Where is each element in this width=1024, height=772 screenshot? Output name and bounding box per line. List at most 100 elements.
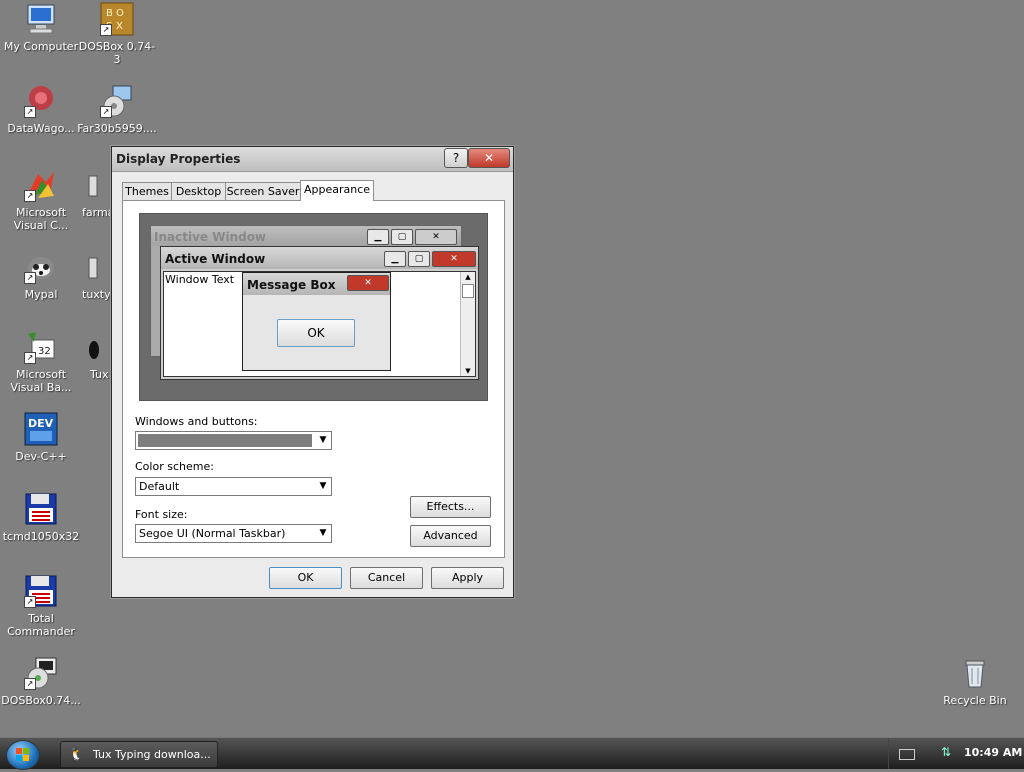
preview-scrollbar: ▲ ▼ (460, 272, 475, 376)
shortcut-arrow-icon: ↗ (24, 106, 36, 118)
style-swatch (138, 434, 312, 447)
application-icon (85, 250, 99, 284)
minimize-icon: ▁ (384, 251, 406, 267)
desktop-icon-label: My Computer (3, 40, 79, 53)
shortcut-arrow-icon: ↗ (24, 190, 36, 202)
system-tray: ⇅ 10:49 AM (888, 738, 1024, 769)
desktop-icon-farma[interactable]: farma (72, 168, 112, 219)
shortcut-arrow-icon: ↗ (24, 596, 36, 608)
font-size-label: Font size: (135, 508, 188, 521)
close-button[interactable]: ✕ (468, 148, 510, 168)
scroll-down-icon: ▼ (465, 367, 471, 375)
appearance-preview: Inactive Window ▁ ▢ ✕ Active Window ▁ ▢ … (139, 213, 488, 401)
desktop-icon-tcmd[interactable]: tcmd1050x32 (0, 492, 82, 543)
maximize-icon: ▢ (408, 251, 430, 267)
desktop-icon-far[interactable]: ↗ Far30b5959.... (76, 84, 158, 135)
dev-cpp-icon: DEV (24, 412, 58, 446)
desktop-icon-label: DataWago... (7, 122, 75, 135)
shortcut-arrow-icon: ↗ (100, 24, 112, 36)
tab-appearance[interactable]: Appearance (300, 180, 374, 201)
font-size-select[interactable]: Segoe UI (Normal Taskbar) ▼ (135, 524, 332, 543)
clock[interactable]: 10:49 AM (964, 746, 1022, 759)
desktop-icon-label: Dev-C++ (15, 450, 67, 463)
chevron-down-icon: ▼ (319, 435, 327, 445)
visual-basic-icon: 32 ↗ (24, 330, 58, 364)
network-icon[interactable]: ⇅ (941, 745, 955, 761)
svg-text:32: 32 (38, 346, 51, 357)
desktop-icon-visual-basic[interactable]: 32 ↗ Microsoft Visual Ba... (0, 330, 82, 394)
computer-icon (24, 2, 58, 36)
effects-button[interactable]: Effects... (410, 496, 491, 518)
color-scheme-label: Color scheme: (135, 460, 214, 473)
desktop-icon-dosbox-setup[interactable]: ↗ DOSBox0.74... (0, 656, 82, 707)
windows-buttons-select[interactable]: ▼ (135, 431, 332, 450)
advanced-button[interactable]: Advanced (410, 525, 491, 547)
penguin-icon: 🐧 (69, 747, 84, 761)
keyboard-icon[interactable] (899, 749, 915, 760)
message-box-title: Message Box (247, 278, 336, 292)
desktop-icon-dev-cpp[interactable]: DEV Dev-C++ (0, 412, 82, 463)
desktop-icon-tux[interactable]: Tux (72, 330, 112, 381)
recycle-bin-icon (958, 656, 992, 690)
windows-buttons-label: Windows and buttons: (135, 415, 258, 428)
svg-text:X: X (116, 21, 123, 32)
cancel-button[interactable]: Cancel (350, 567, 423, 589)
inactive-window-title: Inactive Window (154, 230, 267, 244)
desktop-icon-label: Far30b5959.... (77, 122, 157, 135)
desktop-icon-label: Tux (90, 368, 109, 381)
message-box-ok-button: OK (277, 319, 355, 347)
scroll-up-icon: ▲ (465, 273, 471, 281)
taskbar: 🐧 Tux Typing downloa... ⇅ 10:49 AM (0, 737, 1024, 770)
taskbar-item-tux-typing[interactable]: 🐧 Tux Typing downloa... (60, 741, 218, 768)
dialog-title: Display Properties (116, 152, 241, 166)
dialog-titlebar[interactable]: Display Properties ? ✕ (112, 147, 513, 172)
color-scheme-select[interactable]: Default ▼ (135, 477, 332, 496)
desktop-icon-label: farma (82, 206, 112, 219)
help-button[interactable]: ? (444, 148, 468, 168)
desktop-icon-datawago[interactable]: ↗ DataWago... (0, 84, 82, 135)
tab-screen-saver[interactable]: Screen Saver (225, 182, 301, 200)
shortcut-arrow-icon: ↗ (24, 352, 36, 364)
maximize-icon: ▢ (391, 229, 413, 245)
scroll-thumb (462, 284, 474, 298)
desktop-icon-label: Microsoft Visual Ba... (10, 368, 72, 394)
appearance-tab-panel: Inactive Window ▁ ▢ ✕ Active Window ▁ ▢ … (122, 200, 505, 558)
ok-button[interactable]: OK (269, 567, 342, 589)
shortcut-arrow-icon: ↗ (24, 678, 36, 690)
desktop-icon-visual-c[interactable]: ↗ Microsoft Visual C... (0, 168, 82, 232)
color-scheme-value: Default (139, 480, 180, 493)
shortcut-arrow-icon: ↗ (100, 106, 112, 118)
desktop-icon-label: Microsoft Visual C... (13, 206, 69, 232)
desktop-icon-total-commander[interactable]: ↗ Total Commander (0, 574, 82, 638)
desktop-icon-label: tcmd1050x32 (2, 530, 80, 543)
desktop-icon-dosbox[interactable]: BOSX ↗ DOSBox 0.74-3 (76, 2, 158, 66)
application-icon (85, 168, 99, 202)
desktop-icon-label: Recycle Bin (943, 694, 1007, 707)
apply-button[interactable]: Apply (431, 567, 504, 589)
datawago-icon: ↗ (24, 84, 58, 118)
desktop-icon-recycle-bin[interactable]: Recycle Bin (934, 656, 1016, 707)
font-size-value: Segoe UI (Normal Taskbar) (139, 527, 286, 540)
dosbox-icon: BOSX ↗ (100, 2, 134, 36)
inactive-titlebar: Inactive Window ▁ ▢ ✕ (151, 226, 461, 246)
message-box-preview: Message Box ✕ OK (242, 272, 391, 371)
windows-logo-icon (16, 748, 29, 761)
desktop-icon-tuxtyping[interactable]: tuxtyp (72, 250, 112, 301)
active-window-preview: Active Window ▁ ▢ ✕ Window Text ▲ ▼ Mess… (160, 246, 479, 380)
desktop-icon-label: Total Commander (7, 612, 75, 638)
floppy-disk-icon (24, 492, 58, 526)
desktop-icon-my-computer[interactable]: My Computer (0, 2, 82, 53)
taskbar-item-label: Tux Typing downloa... (93, 748, 211, 761)
desktop-icon-label: DOSBox 0.74-3 (78, 40, 156, 66)
penguin-icon (85, 330, 99, 364)
close-icon: ✕ (415, 229, 457, 245)
desktop-icon-mypal[interactable]: ↗ Mypal (0, 250, 82, 301)
desktop-icon-label: DOSBox0.74... (1, 694, 81, 707)
active-window-title: Active Window (165, 252, 266, 266)
start-button[interactable] (6, 740, 40, 770)
desktop-icon-label: Mypal (24, 288, 58, 301)
tab-themes[interactable]: Themes (122, 182, 172, 200)
tab-desktop[interactable]: Desktop (171, 182, 226, 200)
chevron-down-icon: ▼ (319, 481, 327, 491)
visual-c-icon: ↗ (24, 168, 58, 202)
